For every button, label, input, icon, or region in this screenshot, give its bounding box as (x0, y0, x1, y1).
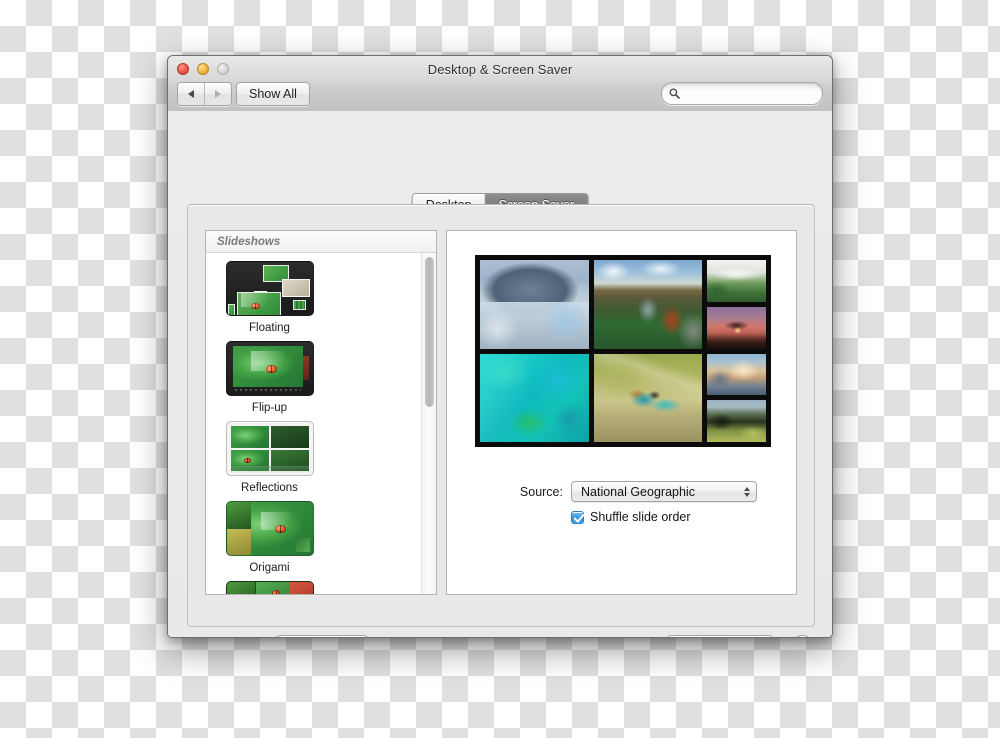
toolbar: Show All (168, 82, 832, 110)
show-all-button[interactable]: Show All (236, 82, 310, 106)
preview-tile-autumn-forest-lake (593, 260, 703, 349)
list-item-reflections[interactable]: Reflections (217, 421, 322, 496)
list-item-flip-up[interactable]: Flip-up (217, 341, 322, 416)
scrollbar-thumb[interactable] (425, 257, 434, 407)
window-title: Desktop & Screen Saver (427, 62, 573, 77)
screen-saver-grid: Floating Flip-up Reflections Origami (206, 253, 421, 594)
preferences-window: Desktop & Screen Saver Show All Slidesho… (167, 55, 833, 638)
list-item-floating[interactable]: Floating (217, 261, 322, 336)
search-input[interactable] (680, 85, 832, 102)
shuffle-checkbox[interactable] (571, 510, 584, 524)
screen-saver-preview[interactable] (475, 255, 771, 447)
source-value: National Geographic (581, 484, 695, 499)
shuffle-slide-order-row[interactable]: Shuffle slide order (571, 510, 691, 524)
preview-pane: Source: National Geographic Shuffle slid… (446, 230, 797, 595)
list-item-shifting-tiles[interactable]: Shifting Tiles (217, 581, 322, 594)
list-item-label: Reflections (241, 482, 298, 494)
window-titlebar: Desktop & Screen Saver Show All (168, 56, 832, 112)
start-after-dropdown[interactable]: 20 Minutes (276, 635, 369, 637)
navigation-buttons (177, 82, 232, 106)
preview-tile-glacier-mountain (480, 260, 589, 349)
preview-tile-green-valley-reflection (707, 260, 766, 302)
list-scroll-area[interactable]: Floating Flip-up Reflections Origami (206, 253, 421, 594)
search-field[interactable] (661, 82, 832, 105)
forward-button (204, 83, 231, 105)
thumbnail-reflections (225, 421, 314, 476)
source-row: Source: National Geographic (475, 481, 757, 502)
preview-tile-column-right-top (707, 260, 766, 349)
list-item-origami[interactable]: Origami (217, 501, 322, 576)
back-button[interactable] (178, 83, 204, 105)
thumbnail-floating (225, 261, 314, 316)
thumbnail-shifting-tiles (225, 581, 314, 594)
screen-saver-panel: Slideshows Floating Flip-up Reflections … (187, 204, 815, 627)
window-body: Desktop Screen Saver Slideshows (168, 111, 832, 637)
hot-corners-button[interactable]: Hot Corners... (667, 635, 773, 637)
preview-tile-turquoise-coral-reef (480, 353, 589, 442)
list-item-label: Flip-up (251, 402, 288, 414)
list-item-label: Origami (249, 562, 290, 574)
bottom-bar: Start after: 20 Minutes Show with clock … (187, 635, 813, 637)
preview-tile-column-right-bottom (707, 353, 766, 442)
thumbnail-flip-up (225, 341, 314, 396)
screen-saver-list: Slideshows Floating Flip-up Reflections … (205, 230, 437, 595)
preview-tile-green-meadow-hills (707, 400, 766, 442)
forward-arrow-icon (215, 90, 221, 98)
chevron-updown-icon (744, 486, 750, 497)
search-icon (669, 88, 680, 99)
help-button[interactable]: ? (792, 635, 813, 637)
list-header-slideshows: Slideshows (206, 231, 436, 253)
list-scrollbar[interactable] (421, 253, 436, 594)
source-dropdown[interactable]: National Geographic (571, 481, 757, 502)
preview-tile-snow-peak (707, 353, 766, 396)
list-item-label: Floating (249, 322, 290, 334)
preview-tile-acacia-tree-sunset (707, 306, 766, 349)
preview-tile-bee-eater-bird (593, 353, 703, 442)
thumbnail-origami (225, 501, 314, 556)
source-label: Source: (519, 484, 563, 499)
shuffle-label: Shuffle slide order (590, 510, 691, 524)
back-arrow-icon (188, 90, 194, 98)
